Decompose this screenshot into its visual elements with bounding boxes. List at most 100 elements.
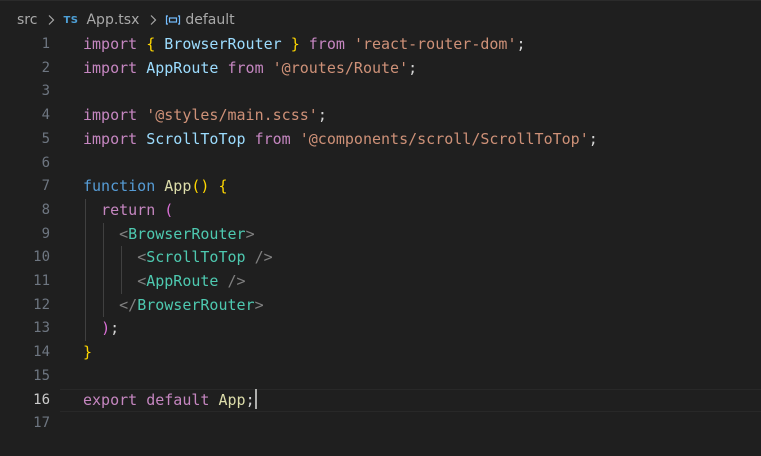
code-editor[interactable]: 1 import { BrowserRouter } from 'react-ro… [0, 33, 761, 456]
code-token: ) [101, 319, 111, 338]
code-line[interactable]: 11 <AppRoute /> [0, 270, 761, 294]
code-line[interactable]: 14} [0, 341, 761, 365]
code-token: App [218, 390, 246, 409]
code-token: < [119, 224, 129, 243]
code-token: ScrollToTop [146, 248, 246, 267]
code-line[interactable]: 13 ); [0, 317, 761, 342]
code-token: ; [516, 35, 526, 53]
code-text: import '@styles/main.scss'; [83, 104, 327, 128]
code-line[interactable]: 5 import ScrollToTop from '@components/sc… [0, 128, 761, 152]
code-line[interactable]: 6 [0, 152, 761, 176]
code-line[interactable]: 15 [0, 365, 761, 389]
code-token: import [83, 35, 138, 53]
typescript-file-icon: TS [63, 14, 79, 26]
code-line[interactable]: 4 import '@styles/main.scss'; [0, 104, 761, 128]
code-token: > [245, 224, 255, 243]
line-number: 12 [33, 296, 50, 313]
code-line[interactable]: 12 </BrowserRouter> [0, 293, 761, 318]
line-number: 3 [41, 83, 50, 100]
variable-symbol-icon [165, 12, 181, 28]
code-token: from [254, 129, 291, 148]
code-text: </BrowserRouter> [83, 294, 264, 318]
code-text: import ScrollToTop from '@components/scr… [83, 128, 598, 152]
code-token: { [146, 35, 156, 53]
line-number: 17 [33, 415, 50, 432]
code-token: '@components/scroll/ScrollToTop' [299, 129, 589, 148]
code-line[interactable]: 2 import AppRoute from '@routes/Route'; [0, 57, 761, 81]
code-token: '@routes/Route' [272, 58, 409, 77]
code-line[interactable]: 7 function App() { [0, 175, 761, 199]
code-token: App [164, 177, 192, 196]
line-number: 15 [33, 367, 50, 384]
code-text: return ( [83, 199, 173, 223]
code-text: <ScrollToTop /> [83, 246, 273, 270]
code-token: '@styles/main.scss' [146, 106, 318, 125]
code-text: import AppRoute from '@routes/Route'; [83, 57, 417, 81]
line-number: 2 [41, 59, 50, 76]
line-number: 5 [41, 130, 50, 147]
code-token: < [137, 272, 147, 290]
code-token: > [254, 295, 264, 314]
code-token: ; [245, 390, 255, 409]
code-line[interactable]: 8 return ( [0, 198, 761, 223]
tab-bar-divider [0, 0, 761, 1]
code-token: ; [317, 106, 327, 125]
code-token: () [191, 177, 210, 196]
code-token: BrowserRouter [128, 224, 246, 243]
breadcrumb-file[interactable]: App.tsx [86, 12, 139, 28]
chevron-right-icon [145, 12, 161, 28]
line-number: 13 [33, 320, 50, 337]
code-text: ); [83, 317, 119, 341]
code-line[interactable]: 3 [0, 80, 761, 104]
code-token: } [83, 343, 93, 362]
code-line[interactable]: 16 export default App; [0, 388, 761, 413]
code-line[interactable]: 10 <ScrollToTop /> [0, 246, 761, 270]
code-token: default [146, 390, 210, 409]
code-token: < [137, 248, 147, 267]
code-token: /> [254, 248, 273, 267]
code-token: return [101, 200, 156, 219]
line-number: 8 [41, 201, 50, 218]
code-token: } [290, 35, 300, 53]
breadcrumb-folder-src[interactable]: src [17, 12, 37, 28]
code-token: BrowserRouter [137, 295, 255, 314]
code-token: ; [588, 129, 598, 148]
code-token: import [83, 106, 138, 125]
code-token: function [83, 177, 156, 196]
line-number: 7 [41, 178, 50, 195]
code-token: from [227, 58, 264, 77]
code-text: import { BrowserRouter } from 'react-rou… [83, 33, 526, 57]
code-line[interactable]: 1 import { BrowserRouter } from 'react-ro… [0, 33, 761, 57]
code-text: <AppRoute /> [83, 270, 245, 294]
code-token: AppRoute [146, 58, 219, 77]
code-token: AppRoute [146, 272, 219, 290]
code-line[interactable]: 9 <BrowserRouter> [0, 222, 761, 247]
breadcrumb-symbol[interactable]: default [185, 12, 234, 28]
code-line[interactable]: 17 [0, 412, 761, 436]
code-text: } [83, 341, 92, 365]
line-number: 6 [41, 154, 50, 171]
code-token: from [308, 35, 345, 53]
code-token: BrowserRouter [155, 35, 291, 53]
line-number: 9 [41, 225, 50, 242]
line-number: 4 [41, 107, 50, 124]
line-number: 10 [33, 249, 50, 266]
chevron-right-icon [43, 12, 59, 28]
code-text: <BrowserRouter> [83, 223, 255, 247]
